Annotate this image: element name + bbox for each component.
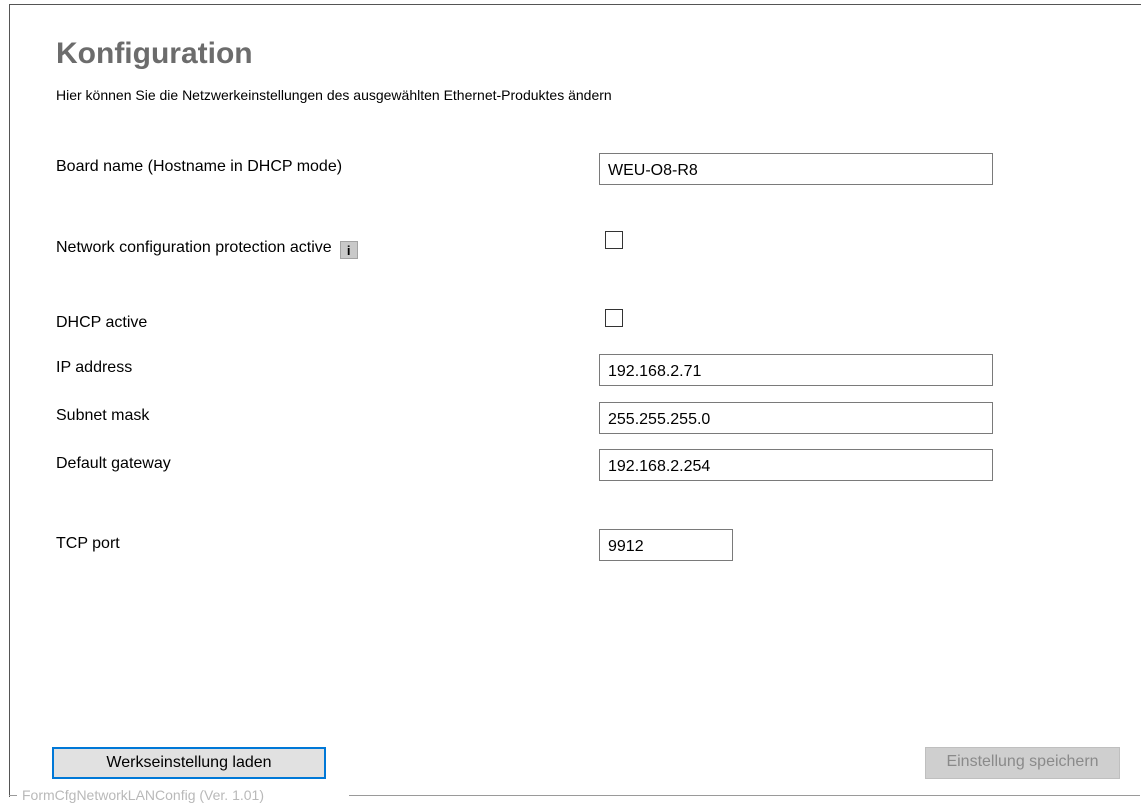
ip-address-label: IP address: [56, 359, 133, 376]
protection-row: Network configuration protection active i: [56, 238, 358, 259]
board-name-input[interactable]: WEU-O8-R8: [599, 153, 993, 185]
load-factory-settings-button[interactable]: Werkseinstellung laden: [52, 747, 326, 779]
dhcp-label: DHCP active: [56, 314, 148, 331]
protection-label: Network configuration protection active: [56, 239, 332, 256]
frame-bottom-line-right: [349, 795, 1140, 796]
group-box-frame: [9, 4, 1141, 797]
board-name-label: Board name (Hostname in DHCP mode): [56, 158, 343, 175]
dhcp-checkbox[interactable]: [605, 309, 623, 327]
subnet-mask-label: Subnet mask: [56, 407, 150, 424]
subnet-mask-input[interactable]: 255.255.255.0: [599, 402, 993, 434]
ip-address-input[interactable]: 192.168.2.71: [599, 354, 993, 386]
default-gateway-input[interactable]: 192.168.2.254: [599, 449, 993, 481]
tcp-port-label: TCP port: [56, 535, 120, 552]
page-subtitle: Hier können Sie die Netzwerkeinstellunge…: [56, 87, 612, 103]
frame-bottom-line-left: [9, 795, 17, 796]
default-gateway-label: Default gateway: [56, 455, 171, 472]
page-title: Konfiguration: [56, 37, 253, 70]
protection-checkbox[interactable]: [605, 231, 623, 249]
save-settings-button[interactable]: Einstellung speichern: [925, 747, 1120, 779]
info-icon[interactable]: i: [339, 241, 358, 259]
frame-caption: FormCfgNetworkLANConfig (Ver. 1.01): [22, 787, 264, 803]
tcp-port-input[interactable]: 9912: [599, 529, 733, 561]
